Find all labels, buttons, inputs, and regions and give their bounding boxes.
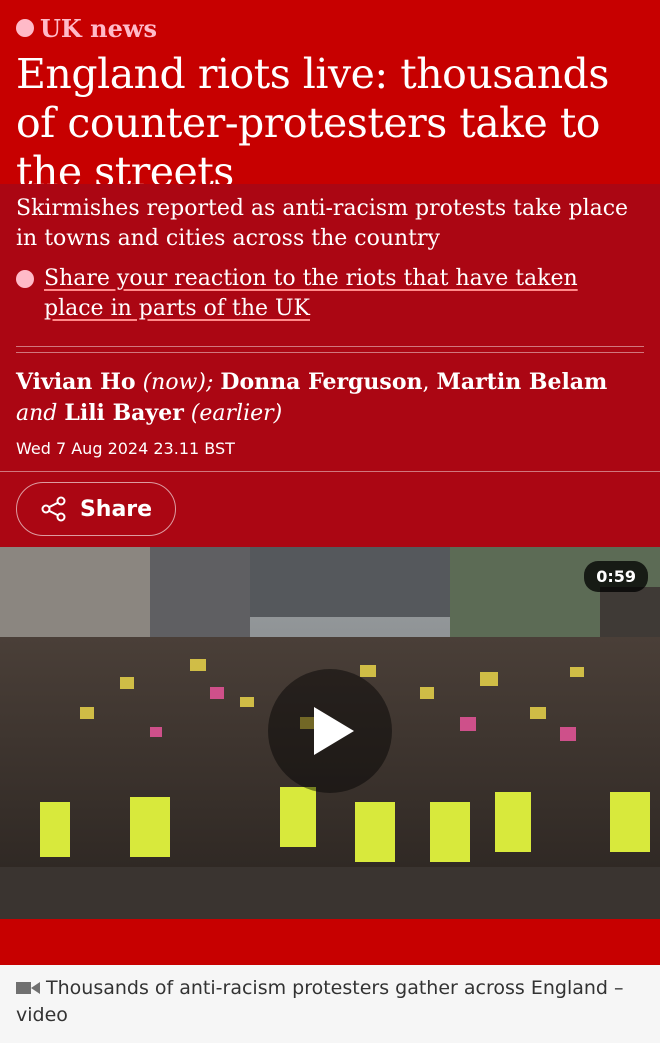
headline: England riots live: thousands of counter… [16, 50, 609, 196]
article-header: UK news England riots live: thousands of… [0, 0, 660, 196]
share-button[interactable]: Share [16, 482, 176, 536]
share-icon [41, 496, 66, 522]
byline-author-3[interactable]: Martin Belam [436, 369, 607, 395]
video-duration: 0:59 [584, 561, 648, 592]
kicker-label: UK news [40, 13, 158, 43]
byline-author-4[interactable]: Lili Bayer [64, 400, 183, 426]
byline-note-4: (earlier) [190, 401, 283, 426]
live-dot-icon [16, 19, 34, 37]
caption-text: Thousands of anti-racism protesters gath… [16, 977, 624, 1026]
byline-sep: , [422, 370, 430, 395]
byline-author-1[interactable]: Vivian Ho [16, 369, 136, 395]
article-meta: Skirmishes reported as anti-racism prote… [0, 184, 660, 919]
divider [0, 471, 660, 472]
play-icon [314, 707, 354, 755]
bullet-dot-icon [16, 270, 34, 288]
byline-note-1: (now); [142, 370, 214, 395]
byline: Vivian Ho (now); Donna Ferguson, Martin … [16, 367, 644, 429]
play-button[interactable] [268, 669, 392, 793]
double-rule [16, 346, 644, 353]
byline-and: and [16, 401, 58, 426]
related-link-row: Share your reaction to the riots that ha… [16, 264, 644, 324]
related-link[interactable]: Share your reaction to the riots that ha… [44, 264, 644, 324]
share-label: Share [79, 496, 153, 522]
video-camera-icon [16, 982, 40, 994]
byline-author-2[interactable]: Donna Ferguson [220, 369, 422, 395]
video-player[interactable]: 0:59 [0, 547, 660, 919]
dateline: Wed 7 Aug 2024 23.11 BST [16, 439, 235, 458]
section-kicker[interactable]: UK news [16, 10, 644, 46]
video-caption: Thousands of anti-racism protesters gath… [0, 965, 660, 1043]
standfirst: Skirmishes reported as anti-racism prote… [16, 196, 629, 251]
